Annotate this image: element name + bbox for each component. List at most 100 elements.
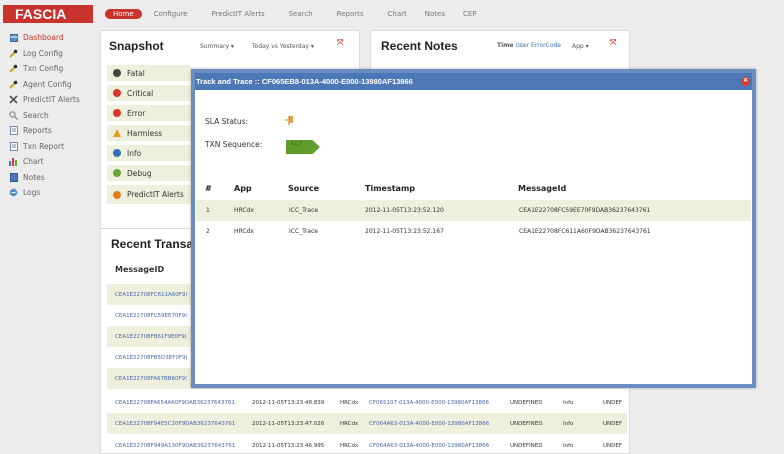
recent-notes-title: Recent Notes	[381, 39, 458, 53]
snapshot-row-info[interactable]: Info	[107, 145, 191, 163]
messageid-cell[interactable]: CEA1E22708F949A130F9DAB36237643761	[115, 443, 235, 449]
sidebar-item-predictit-alerts[interactable]: PredictIT Alerts	[9, 92, 95, 108]
summary-dropdown[interactable]: Summary ▾	[200, 43, 234, 50]
close-icon[interactable]: ✕	[741, 77, 750, 86]
sla-status-label: SLA Status:	[205, 117, 249, 126]
sidebar-item-label: PredictIT Alerts	[23, 95, 80, 105]
topnav-notes[interactable]: Notes	[425, 10, 445, 18]
range-dropdown[interactable]: Today vs Yesterday ▾	[252, 43, 314, 50]
sidebar-item-logs[interactable]: Logs	[9, 185, 95, 201]
snapshot-row-harmless[interactable]: Harmless	[107, 125, 191, 143]
notes-filter: Time User ErrorCode	[497, 42, 561, 49]
source-cell: ICC_Trace	[289, 207, 319, 214]
snapshot-row-error[interactable]: Error	[107, 105, 191, 123]
dialog-title: Track and Trace :: CF065EB8-013A-4000-E0…	[196, 77, 413, 86]
txn-id-cell[interactable]: CF064A63-013A-4000-E000-13980AF13866	[369, 421, 489, 427]
level-cell: Info	[563, 420, 574, 427]
errorcode-filter[interactable]: ErrorCode	[531, 42, 561, 49]
table-row[interactable]: CEA1E22708F949A130F9DAB36237643761 2012-…	[107, 435, 627, 454]
wrench-icon	[9, 80, 18, 89]
chevron-down-icon: ▾	[230, 43, 234, 50]
expand-icon[interactable]: ⤧	[337, 38, 343, 48]
sidebar-item-label: Search	[23, 110, 49, 120]
app-logo: FASCIA	[3, 5, 93, 23]
app-cell: HRCdx	[340, 420, 359, 427]
column-header-num: #	[205, 184, 212, 193]
topnav-reports[interactable]: Reports	[337, 10, 364, 18]
extra-cell: UNDEF	[603, 442, 623, 449]
column-header-source: Source	[288, 184, 320, 193]
messageid-cell[interactable]: CEA1E22708FB61F9E0F9(	[115, 334, 187, 340]
topnav-configure[interactable]: Configure	[154, 10, 188, 18]
snapshot-row-fatal[interactable]: Fatal	[107, 65, 191, 83]
topnav-search[interactable]: Search	[289, 10, 313, 18]
txn-id-cell[interactable]: CF065107-013A-4000-E000-13980AF13866	[369, 400, 489, 406]
chevron-down-icon: ▾	[585, 43, 589, 50]
tools-icon	[9, 95, 18, 104]
source-cell: ICC_Trace	[289, 228, 319, 235]
snapshot-title: Snapshot	[109, 39, 164, 53]
column-header-app: App	[234, 184, 252, 193]
messageid-cell[interactable]: CEA1E22708FA67BB60F9(	[115, 376, 187, 382]
table-row[interactable]: 1 HRCdx ICC_Trace 2012-11-05T13:23:52.12…	[196, 200, 751, 221]
snapshot-row-predictit-alerts[interactable]: PredictIT Alerts	[107, 185, 191, 206]
notes-icon	[9, 172, 18, 182]
summary-label: Summary	[200, 43, 229, 50]
fatal-icon	[113, 69, 121, 77]
table-row[interactable]: CEA1E22708FA654A60F9DAB36237643761 2012-…	[107, 392, 627, 413]
messageid-cell[interactable]: CEA1E22708FB5D3EF0F9(	[115, 355, 188, 361]
debug-icon	[113, 169, 121, 177]
messageid-cell[interactable]: CEA1E22708FC611A60F9(	[115, 292, 188, 298]
dialog-titlebar[interactable]: Track and Trace :: CF065EB8-013A-4000-E0…	[195, 73, 752, 90]
timestamp-cell: 2012-11-05T13:23:46.995	[252, 442, 325, 449]
info-icon	[113, 149, 121, 157]
sequence-node[interactable]: ICC_T	[286, 140, 320, 154]
txn-id-cell[interactable]: CF064A63-013A-4000-E000-13980AF13866	[369, 443, 489, 449]
table-row[interactable]: CEA1E22708F94E5C20F9DAB36237643761 2012-…	[107, 413, 627, 434]
messageid-cell[interactable]: CEA1E22708FA654A60F9DAB36237643761	[115, 400, 235, 406]
document-icon	[9, 126, 18, 136]
sidebar-item-label: Logs	[23, 188, 41, 198]
topnav-predictit-alerts[interactable]: PredictIT Alerts	[212, 10, 265, 18]
sidebar-item-dashboard[interactable]: Dashboard	[9, 30, 95, 46]
app-dropdown[interactable]: App ▾	[572, 43, 589, 50]
sidebar-item-label: Dashboard	[23, 33, 64, 43]
alert-icon	[113, 190, 121, 199]
sidebar-item-txn-report[interactable]: Txn Report	[9, 139, 95, 155]
messageid-cell: CEA1E22708FC59EE70F9DAB36237643761	[519, 207, 651, 214]
document-icon	[9, 141, 18, 151]
time-filter[interactable]: Time	[497, 42, 513, 49]
track-and-trace-dialog: Track and Trace :: CF065EB8-013A-4000-E0…	[191, 69, 756, 388]
snapshot-row-debug[interactable]: Debug	[107, 165, 191, 183]
user-filter[interactable]: User	[515, 42, 529, 49]
topnav-chart[interactable]: Chart	[388, 10, 407, 18]
table-row[interactable]: 2 HRCdx ICC_Trace 2012-11-05T13:23:52.16…	[196, 221, 751, 242]
messageid-cell[interactable]: CEA1E22708FC59EE70F9(	[115, 313, 187, 319]
sidebar-item-search[interactable]: Search	[9, 108, 95, 124]
chevron-down-icon: ▾	[310, 43, 314, 50]
sidebar-item-log-config[interactable]: Log Config	[9, 46, 95, 62]
top-nav: Home Configure PredictIT Alerts Search R…	[105, 8, 501, 20]
sidebar-item-notes[interactable]: Notes	[9, 170, 95, 186]
row-num-cell: 1	[206, 207, 210, 214]
logs-icon	[9, 188, 18, 197]
snapshot-row-label: Fatal	[127, 68, 145, 78]
sidebar-item-label: Reports	[23, 126, 52, 136]
sidebar: FASCIA Dashboard Log Config Txn Config A…	[0, 0, 96, 454]
expand-icon[interactable]: ⤧	[610, 38, 616, 48]
sidebar-item-reports[interactable]: Reports	[9, 123, 95, 139]
sidebar-item-label: Log Config	[23, 48, 63, 58]
messageid-cell[interactable]: CEA1E22708F94E5C20F9DAB36237643761	[115, 421, 235, 427]
topnav-home[interactable]: Home	[105, 9, 142, 19]
extra-cell: UNDEF	[603, 399, 623, 406]
sidebar-item-txn-config[interactable]: Txn Config	[9, 61, 95, 77]
topnav-cep[interactable]: CEP	[463, 10, 477, 18]
app-cell: HRCdx	[340, 399, 359, 406]
sidebar-item-agent-config[interactable]: Agent Config	[9, 77, 95, 93]
timestamp-cell: 2012-11-05T13:23:52.167	[365, 228, 444, 235]
snapshot-row-critical[interactable]: Critical	[107, 85, 191, 103]
sidebar-item-chart[interactable]: Chart	[9, 154, 95, 170]
messageid-column-header: MessageID	[115, 265, 165, 274]
app-label: App	[572, 43, 584, 50]
sidebar-item-label: Txn Config	[23, 64, 64, 74]
